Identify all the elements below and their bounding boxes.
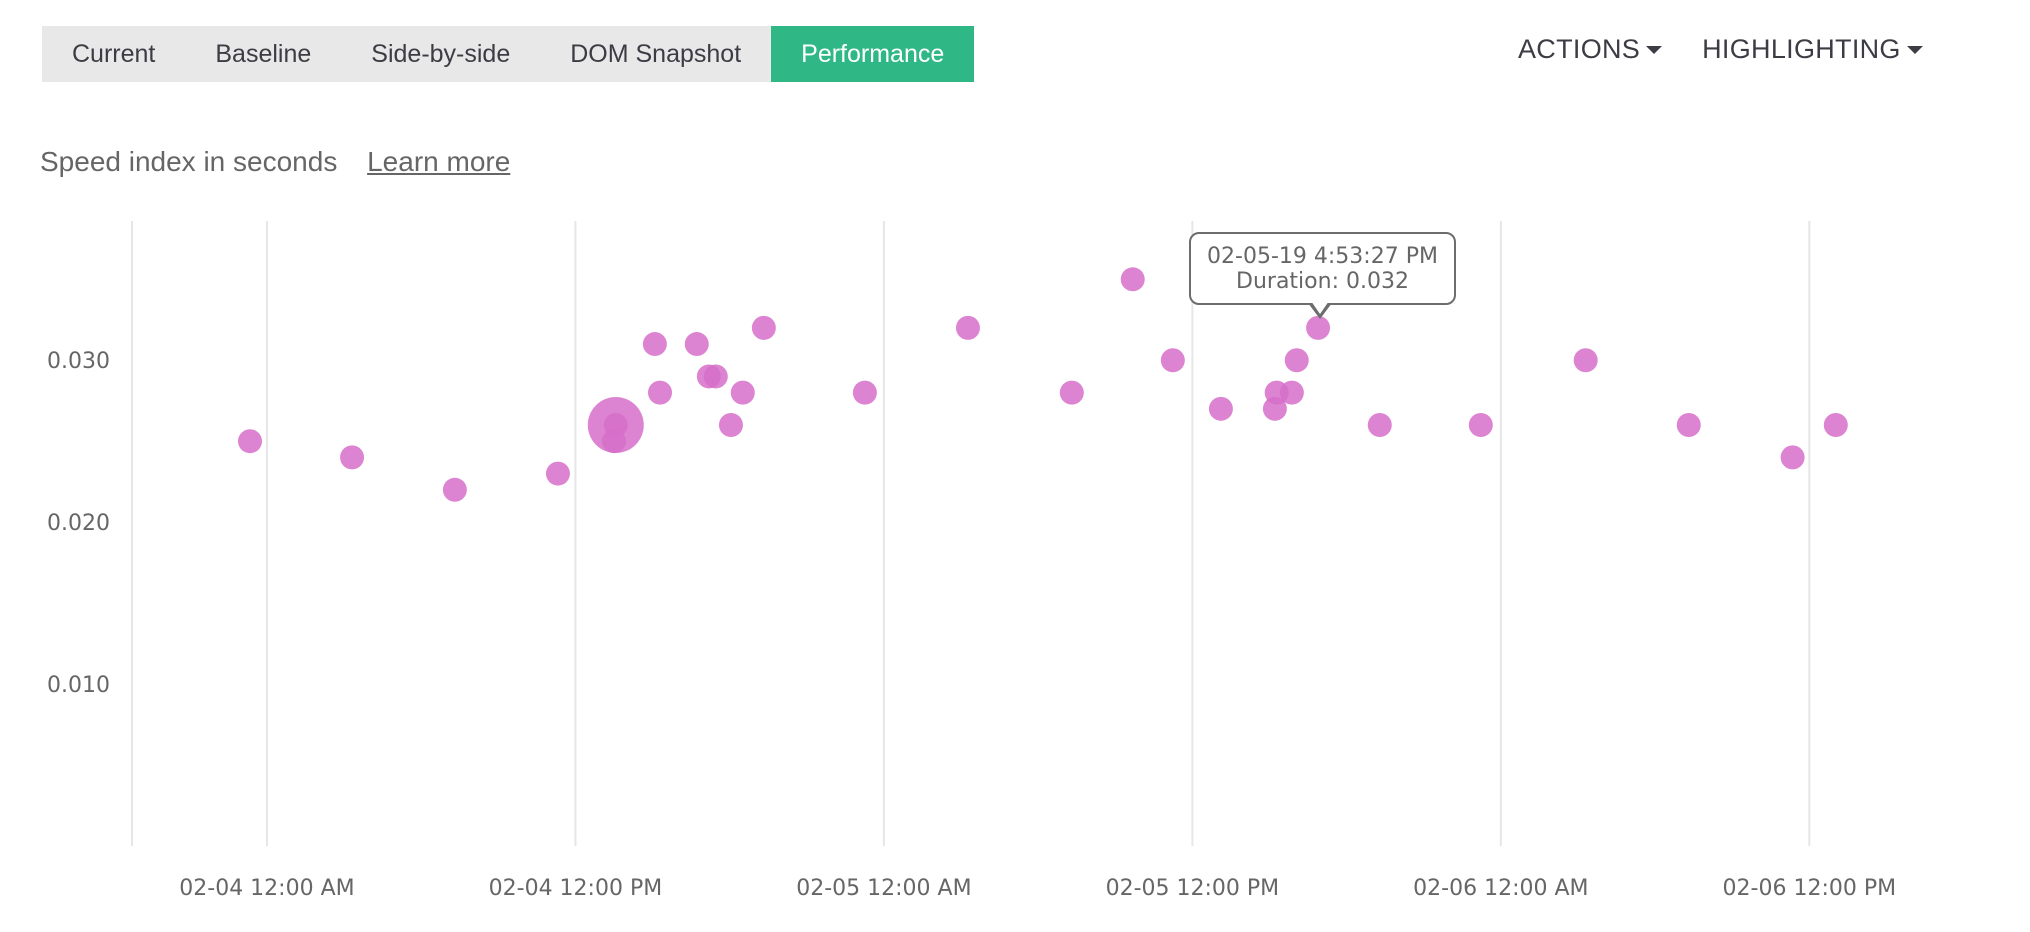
data-point[interactable] (1823, 413, 1848, 438)
y-tick-label: 0.010 (47, 673, 110, 698)
tooltip-duration: Duration: 0.032 (1236, 269, 1409, 294)
data-point[interactable] (1367, 413, 1392, 438)
data-point[interactable] (1780, 445, 1805, 470)
points-layer (237, 267, 1848, 502)
tooltip-timestamp: 02-05-19 4:53:27 PM (1207, 244, 1438, 269)
speed-index-chart: 0.0100.0200.030 02-04 12:00 AM 02-04 12:0… (47, 221, 1896, 901)
data-point[interactable] (601, 429, 626, 454)
data-point[interactable] (1676, 413, 1701, 438)
data-point[interactable] (718, 413, 743, 438)
data-point-selected[interactable] (1306, 315, 1331, 340)
data-point[interactable] (703, 364, 728, 389)
data-point[interactable] (684, 332, 709, 357)
data-point[interactable] (340, 445, 365, 470)
data-point[interactable] (955, 315, 980, 340)
x-tick-label: 02-04 12:00 AM (179, 876, 354, 901)
data-point[interactable] (642, 332, 667, 357)
data-point[interactable] (442, 477, 467, 502)
x-tick-label: 02-04 12:00 PM (489, 876, 663, 901)
data-point[interactable] (751, 315, 776, 340)
data-point[interactable] (1279, 380, 1304, 405)
data-point[interactable] (730, 380, 755, 405)
tooltip-arrow (1308, 301, 1332, 319)
data-point[interactable] (1059, 380, 1084, 405)
x-tick-label: 02-06 12:00 PM (1723, 876, 1897, 901)
x-tick-label: 02-05 12:00 PM (1106, 876, 1280, 901)
data-point[interactable] (1160, 348, 1185, 373)
data-point[interactable] (1468, 413, 1493, 438)
point-tooltip: 02-05-19 4:53:27 PM Duration: 0.032 (1189, 232, 1456, 319)
data-point[interactable] (237, 429, 262, 454)
data-point[interactable] (1284, 348, 1309, 373)
y-axis-labels: 0.010 0.020 0.030 (47, 349, 110, 698)
data-point[interactable] (1120, 267, 1145, 292)
data-point[interactable] (1208, 396, 1233, 421)
x-axis-labels: 02-04 12:00 AM 02-04 12:00 PM 02-05 12:00 … (179, 876, 1896, 901)
data-point[interactable] (545, 461, 570, 486)
data-point[interactable] (648, 380, 673, 405)
x-tick-label: 02-06 12:00 AM (1413, 876, 1588, 901)
grid-layer (131, 221, 1811, 846)
data-point[interactable] (1573, 348, 1598, 373)
data-point[interactable] (852, 380, 877, 405)
y-tick-label: 0.030 (47, 349, 110, 374)
y-tick-label: 0.020 (47, 511, 110, 536)
x-tick-label: 02-05 12:00 AM (796, 876, 971, 901)
